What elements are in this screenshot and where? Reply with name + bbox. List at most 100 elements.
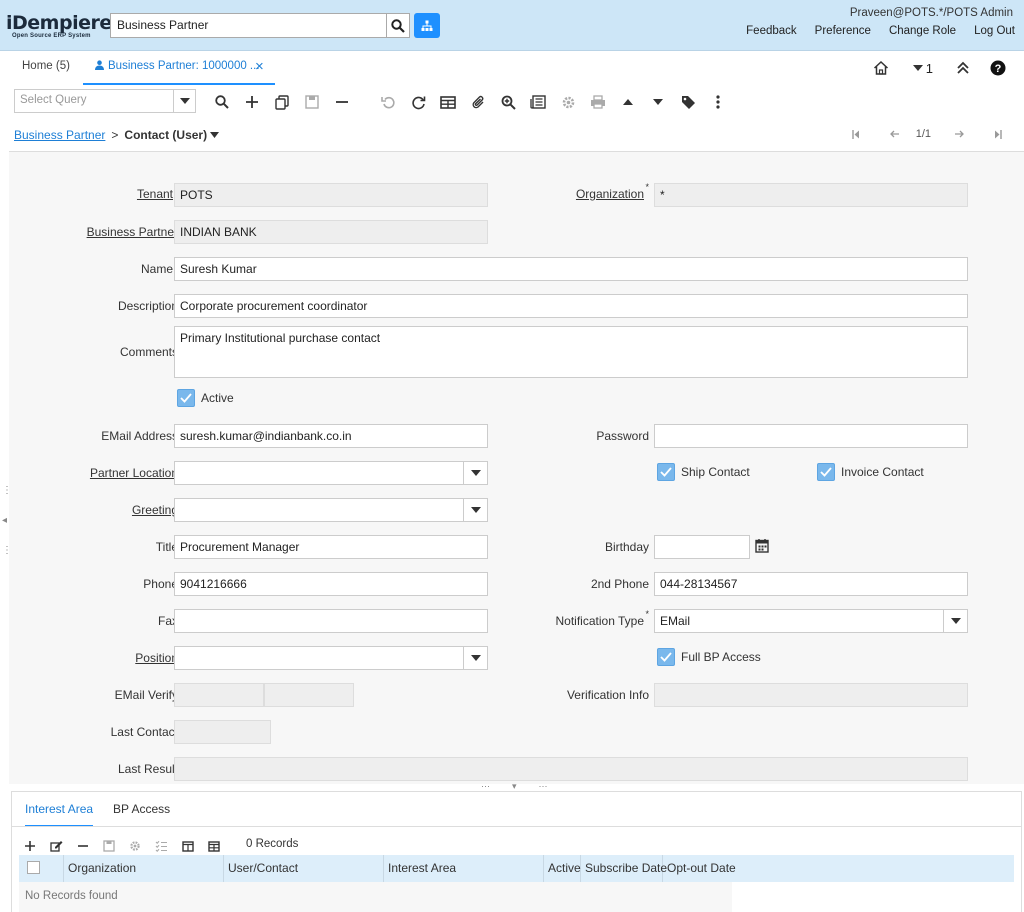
checkbox-icon[interactable] [27,861,40,874]
search-button[interactable] [386,13,410,38]
chevron-down-icon[interactable] [463,647,487,669]
birthday-field[interactable] [654,535,750,559]
west-splitter-grip[interactable]: ⋮ [2,485,12,496]
delete-icon[interactable] [333,93,351,111]
last-contact-field [174,720,271,744]
save-icon[interactable] [303,93,321,111]
ship-contact-checkbox[interactable]: Ship Contact [657,463,750,481]
feedback-link[interactable]: Feedback [746,25,797,37]
chevron-down-icon[interactable] [463,462,487,484]
next-record-arrow-icon[interactable] [955,130,964,138]
home-icon[interactable] [873,60,889,76]
chevron-down-icon[interactable] [463,499,487,521]
chevron-down-icon[interactable] [943,610,967,632]
first-record-icon[interactable] [852,129,860,139]
notification-type-select[interactable]: EMail [654,609,968,633]
title-field[interactable]: Procurement Manager [174,535,488,559]
process-gear-icon[interactable] [559,93,577,111]
change-role-link[interactable]: Change Role [889,25,956,37]
find-icon[interactable] [213,93,231,111]
undo-icon[interactable] [379,93,397,111]
column-active[interactable]: Active [544,855,581,882]
tag-icon[interactable] [679,93,697,111]
business-partner-label[interactable]: Business Partner [87,225,178,239]
description-field[interactable]: Corporate procurement coordinator [174,294,968,318]
preference-link[interactable]: Preference [815,25,871,37]
logout-link[interactable]: Log Out [974,25,1015,37]
select-all-icon[interactable] [155,840,168,852]
email-verify-label: EMail Verify [114,688,178,702]
tab-business-partner[interactable]: Business Partner: 1000000 ... × [83,51,275,85]
calendar-icon[interactable] [755,538,769,556]
toggle-grid-icon[interactable] [208,840,220,852]
tab-home[interactable]: Home (5) [22,60,70,72]
help-icon[interactable]: ? [990,60,1006,76]
attachment-icon[interactable] [469,93,487,111]
name-field[interactable]: Suresh Kumar [174,257,968,281]
partner-location-label[interactable]: Partner Location [90,466,178,480]
zoom-across-icon[interactable] [499,93,517,111]
report-icon[interactable] [529,93,547,111]
invoice-contact-checkbox[interactable]: Invoice Contact [817,463,924,481]
chevron-down-icon[interactable] [173,90,195,112]
position-label[interactable]: Position [135,651,178,665]
column-organization[interactable]: Organization [64,855,224,882]
collapse-left-icon[interactable]: ◂ [2,515,7,526]
print-icon[interactable] [589,93,607,111]
copy-record-icon[interactable] [273,93,291,111]
next-record-icon[interactable] [649,93,667,111]
active-checkbox[interactable]: Active [177,389,234,407]
greeting-select[interactable] [174,498,488,522]
refresh-icon[interactable] [409,93,427,111]
phone-field[interactable]: 9041216666 [174,572,488,596]
full-bp-access-label: Full BP Access [681,650,761,664]
close-tab-icon[interactable]: × [255,58,264,75]
select-all-rows[interactable] [19,855,64,882]
breadcrumb-current[interactable]: Contact (User) [124,128,207,142]
column-interest-area[interactable]: Interest Area [384,855,544,882]
header-links: Feedback Preference Change Role Log Out [728,25,1015,37]
password-field[interactable] [654,424,968,448]
global-search-input[interactable]: Business Partner [110,13,387,38]
comments-textarea[interactable]: Primary Institutional purchase contact [174,326,968,378]
detail-grid-header: Organization User/Contact Interest Area … [19,855,1014,882]
tenant-label[interactable]: Tenant [137,182,178,201]
tab-interest-area[interactable]: Interest Area [25,802,94,827]
last-record-icon[interactable] [994,129,1002,139]
full-bp-access-checkbox[interactable]: Full BP Access [657,648,761,666]
grid-toggle-icon[interactable] [439,93,457,111]
edit-row-icon[interactable] [50,840,63,852]
column-user-contact[interactable]: User/Contact [224,855,384,882]
phone2-label: 2nd Phone [590,577,649,591]
idempiere-logo[interactable]: iDempiere Open Source ERP System [6,13,112,39]
email-verify-date-field [174,683,264,707]
select-query-dropdown[interactable]: Select Query [14,89,196,113]
new-row-icon[interactable] [24,840,36,852]
greeting-label[interactable]: Greeting [132,503,178,517]
caret-down-icon[interactable] [210,132,220,138]
position-select[interactable] [174,646,488,670]
prev-record-arrow-icon[interactable] [889,130,899,138]
new-record-icon[interactable] [243,93,261,111]
caret-down-icon[interactable] [912,64,923,72]
collapse-up-icon[interactable] [956,61,970,75]
previous-record-icon[interactable] [619,93,637,111]
partner-location-select[interactable] [174,461,488,485]
delete-row-icon[interactable] [77,844,89,848]
customize-columns-icon[interactable] [182,840,194,852]
fax-field[interactable] [174,609,488,633]
column-opt-out-date[interactable]: Opt-out Date [663,855,736,882]
window-count[interactable]: 1 [926,61,933,76]
column-subscribe-date[interactable]: Subscribe Date [581,855,667,882]
detail-tab-divider [12,826,1021,827]
process-row-icon[interactable] [129,840,141,852]
organization-label[interactable]: Organization [576,182,649,201]
tab-bp-access[interactable]: BP Access [113,802,170,816]
breadcrumb-parent-link[interactable]: Business Partner [14,128,105,142]
save-row-icon[interactable] [103,840,115,852]
menu-tree-button[interactable] [414,13,440,38]
email-field[interactable]: suresh.kumar@indianbank.co.in [174,424,488,448]
phone2-field[interactable]: 044-28134567 [654,572,968,596]
west-splitter-grip-2[interactable]: ⋮ [2,545,12,556]
more-options-icon[interactable] [709,93,727,111]
